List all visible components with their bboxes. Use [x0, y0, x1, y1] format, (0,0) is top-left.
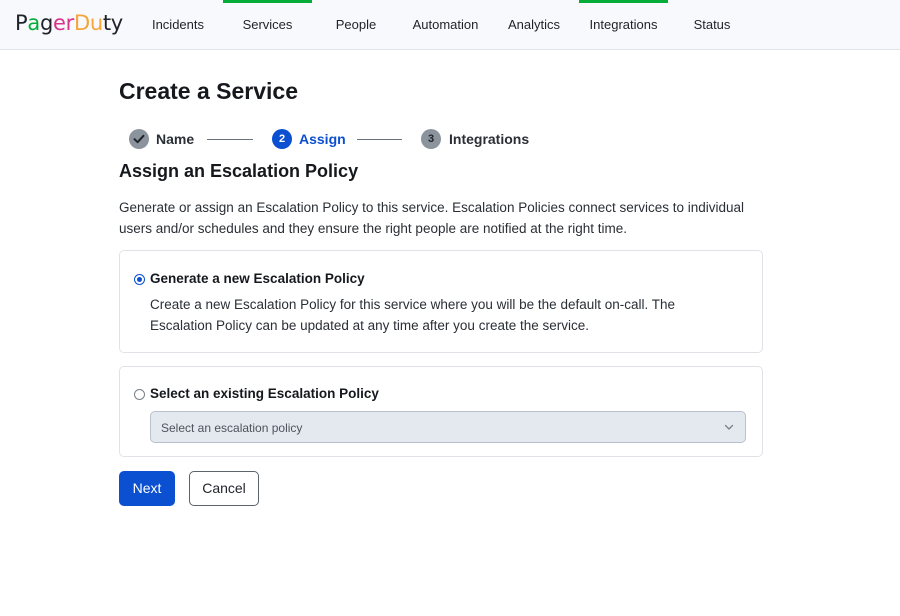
nav-incidents[interactable]: Incidents — [134, 0, 222, 50]
escalation-policy-select[interactable]: Select an escalation policy — [150, 411, 746, 443]
step-integrations-marker: 3 — [421, 129, 441, 149]
pagerduty-logo[interactable]: PagerDuty — [15, 11, 123, 35]
option-generate-description: Create a new Escalation Policy for this … — [150, 297, 676, 333]
logo-letter: r — [65, 11, 75, 35]
logo-letter: g — [39, 11, 53, 35]
logo-letter: e — [52, 11, 66, 35]
section-intro: Generate or assign an Escalation Policy … — [119, 200, 745, 236]
step-assign-label: Assign — [299, 131, 346, 147]
nav-automation[interactable]: Automation — [401, 0, 490, 50]
option-card-existing[interactable]: Select an existing Escalation Policy Sel… — [119, 366, 763, 457]
nav-integrations[interactable]: Integrations — [579, 0, 668, 50]
step-integrations-label: Integrations — [449, 131, 530, 147]
nav-analytics[interactable]: Analytics — [490, 0, 578, 50]
option-existing-label[interactable]: Select an existing Escalation Policy — [150, 386, 379, 401]
logo-letter: u — [89, 11, 103, 35]
logo-letter: D — [73, 11, 90, 35]
escalation-policy-select-placeholder: Select an escalation policy — [161, 421, 303, 435]
logo-letter: t — [102, 11, 111, 35]
step-name-complete-marker — [129, 129, 149, 149]
step-name-label: Name — [156, 131, 195, 147]
logo-letter: P — [15, 11, 28, 35]
radio-generate[interactable] — [134, 274, 145, 285]
section-title: Assign an Escalation Policy — [119, 161, 359, 181]
option-card-generate[interactable]: Generate a new Escalation Policy Create … — [119, 250, 763, 353]
option-generate-label[interactable]: Generate a new Escalation Policy — [150, 271, 365, 286]
cancel-button[interactable]: Cancel — [189, 471, 259, 506]
next-button[interactable]: Next — [119, 471, 175, 506]
radio-existing[interactable] — [134, 389, 145, 400]
nav-services[interactable]: Services — [223, 0, 312, 50]
chevron-down-icon — [724, 424, 734, 430]
step-connector — [357, 139, 402, 140]
page-title: Create a Service — [119, 78, 299, 104]
top-navigation: PagerDuty Incidents Services People Auto… — [0, 0, 900, 50]
check-icon — [133, 134, 145, 144]
nav-status[interactable]: Status — [668, 0, 756, 50]
logo-letter: y — [110, 11, 123, 35]
step-assign-marker: 2 — [272, 129, 292, 149]
step-connector — [207, 139, 253, 140]
logo-letter: a — [27, 11, 40, 35]
nav-people[interactable]: People — [312, 0, 400, 50]
